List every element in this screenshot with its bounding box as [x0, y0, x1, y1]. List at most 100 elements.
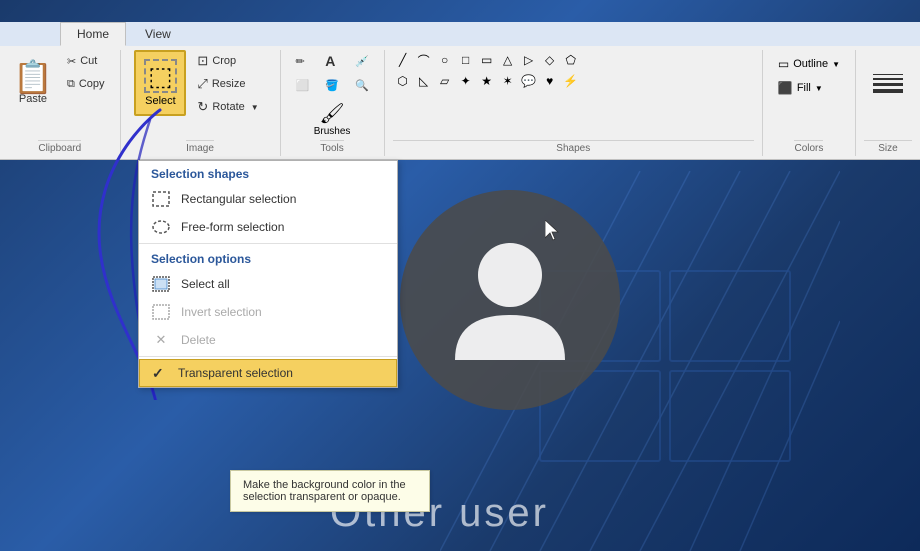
outline-icon: ▭ — [778, 57, 789, 71]
ribbon-tabs: Home View — [0, 22, 920, 46]
cut-button[interactable]: ✂ Cut — [60, 50, 112, 72]
shape-roundrect[interactable]: ▭ — [477, 50, 497, 70]
invert-selection-item[interactable]: Invert selection — [139, 298, 397, 326]
transparent-selection-tooltip: Make the background color in the selecti… — [230, 470, 430, 512]
size-button[interactable] — [864, 50, 912, 116]
select-label: Select — [145, 95, 176, 107]
delete-label: Delete — [181, 333, 216, 347]
tools-group: ✏ ⬜ A 🪣 💉 🔍 🖌 — [281, 50, 385, 156]
shape-curve[interactable]: ⌒ — [414, 50, 434, 70]
transparent-selection-label: Transparent selection — [178, 366, 293, 380]
image-group: ⬚ Select ⊡ Crop ⤢ Resize ↻ Rotate — [121, 50, 281, 156]
shape-right-triangle[interactable]: ◺ — [414, 71, 434, 91]
shape-star4[interactable]: ✦ — [456, 71, 476, 91]
size-line-1 — [873, 74, 903, 75]
eraser-icon: ⬜ — [296, 79, 310, 92]
fill-dropdown-icon: ▼ — [815, 84, 823, 93]
rotate-dropdown-icon: ▼ — [251, 103, 259, 112]
image-small-buttons: ⊡ Crop ⤢ Resize ↻ Rotate ▼ — [190, 50, 265, 118]
shape-pentagon[interactable]: ⬠ — [561, 50, 581, 70]
tab-view[interactable]: View — [128, 22, 188, 46]
menu-divider-1 — [139, 243, 397, 244]
shape-triangle[interactable]: △ — [498, 50, 518, 70]
cut-copy-buttons: ✂ Cut ⧉ Copy — [60, 50, 112, 95]
select-all-icon — [151, 274, 171, 294]
fill-button[interactable]: 🪣 — [318, 74, 346, 96]
rectangular-selection-label: Rectangular selection — [181, 192, 296, 206]
shape-callout[interactable]: 💬 — [519, 71, 539, 91]
colors-label: Colors — [794, 140, 823, 156]
eyedropper-icon: 💉 — [355, 55, 369, 68]
copy-button[interactable]: ⧉ Copy — [60, 73, 112, 95]
shape-rect[interactable]: □ — [456, 50, 476, 70]
resize-button[interactable]: ⤢ Resize — [190, 73, 265, 95]
rotate-icon: ↻ — [197, 99, 208, 115]
pencil-button[interactable]: ✏ — [289, 50, 312, 72]
crop-icon: ⊡ — [197, 53, 208, 69]
resize-label: Resize — [212, 78, 246, 90]
tools-buttons: ✏ ⬜ A 🪣 💉 🔍 — [289, 50, 376, 96]
shape-star6[interactable]: ✶ — [498, 71, 518, 91]
size-lines — [873, 74, 903, 93]
magnifier-icon: 🔍 — [355, 79, 369, 92]
select-icon: ⬚ — [144, 59, 177, 93]
text-button[interactable]: A — [318, 50, 342, 72]
size-group: Size — [856, 50, 920, 156]
brushes-label: Brushes — [314, 126, 351, 137]
rectangular-selection-icon — [151, 189, 171, 209]
select-button[interactable]: ⬚ Select — [134, 50, 186, 116]
fill-label: Fill — [797, 82, 811, 94]
shape-parallelogram[interactable]: ▱ — [435, 71, 455, 91]
shape-oval[interactable]: ○ — [435, 50, 455, 70]
image-buttons: ⬚ Select ⊡ Crop ⤢ Resize ↻ Rotate — [134, 50, 265, 140]
fill-bucket-icon: 🪣 — [325, 79, 339, 92]
transparent-selection-item[interactable]: ✓ Transparent selection — [139, 359, 397, 387]
rotate-label: Rotate — [212, 101, 244, 113]
paste-icon: 📋 — [13, 61, 53, 93]
shape-lightning[interactable]: ⚡ — [561, 71, 581, 91]
text-icon: A — [325, 53, 335, 69]
shape-line[interactable]: ╱ — [393, 50, 413, 70]
crop-button[interactable]: ⊡ Crop — [190, 50, 265, 72]
magnifier-button[interactable]: 🔍 — [348, 74, 376, 96]
fill-button[interactable]: ⬛ Fill ▼ — [771, 78, 830, 98]
tab-home[interactable]: Home — [60, 22, 126, 46]
image-label: Image — [186, 140, 214, 156]
ribbon: Home View 📋 Paste ✂ Cut ⧉ Copy — [0, 22, 920, 160]
shape-star5[interactable]: ★ — [477, 71, 497, 91]
clipboard-label: Clipboard — [38, 140, 81, 156]
freeform-selection-item[interactable]: Free-form selection — [139, 213, 397, 241]
size-line-3 — [873, 83, 903, 86]
shapes-label: Shapes — [393, 140, 754, 156]
outline-button[interactable]: ▭ Outline ▼ — [771, 54, 847, 74]
shape-hexagon[interactable]: ⬡ — [393, 71, 413, 91]
freeform-selection-icon — [151, 217, 171, 237]
shape-heart[interactable]: ♥ — [540, 71, 560, 91]
brushes-icon: 🖌 — [319, 101, 344, 126]
delete-item[interactable]: ✕ Delete — [139, 326, 397, 354]
brushes-button[interactable]: 🖌 Brushes — [311, 98, 354, 140]
pencil-icon: ✏ — [296, 55, 305, 68]
fill-icon: ⬛ — [778, 81, 793, 95]
rotate-button[interactable]: ↻ Rotate ▼ — [190, 96, 265, 118]
cut-label: Cut — [80, 55, 97, 67]
paste-label: Paste — [19, 93, 47, 105]
tools-label: Tools — [320, 140, 343, 156]
ribbon-content: 📋 Paste ✂ Cut ⧉ Copy Clipboard — [0, 46, 920, 160]
outline-fill-buttons: ▭ Outline ▼ ⬛ Fill ▼ — [771, 50, 847, 140]
shapes-buttons: ╱ ⌒ ○ □ ▭ △ ▷ ◇ ⬠ ⬡ ◺ ▱ ✦ ★ ✶ 💬 ♥ ⚡ — [393, 50, 593, 91]
eyedropper-button[interactable]: 💉 — [348, 50, 376, 72]
eraser-button[interactable]: ⬜ — [289, 74, 317, 96]
selection-options-header: Selection options — [139, 246, 397, 270]
shape-diamond[interactable]: ◇ — [540, 50, 560, 70]
size-line-2 — [873, 78, 903, 80]
shape-arrow-right[interactable]: ▷ — [519, 50, 539, 70]
paste-button[interactable]: 📋 Paste — [8, 50, 58, 116]
copy-icon: ⧉ — [67, 78, 75, 91]
delete-icon: ✕ — [151, 330, 171, 350]
select-all-item[interactable]: Select all — [139, 270, 397, 298]
crop-label: Crop — [212, 55, 236, 67]
invert-selection-label: Invert selection — [181, 305, 262, 319]
freeform-selection-label: Free-form selection — [181, 220, 284, 234]
rectangular-selection-item[interactable]: Rectangular selection — [139, 185, 397, 213]
